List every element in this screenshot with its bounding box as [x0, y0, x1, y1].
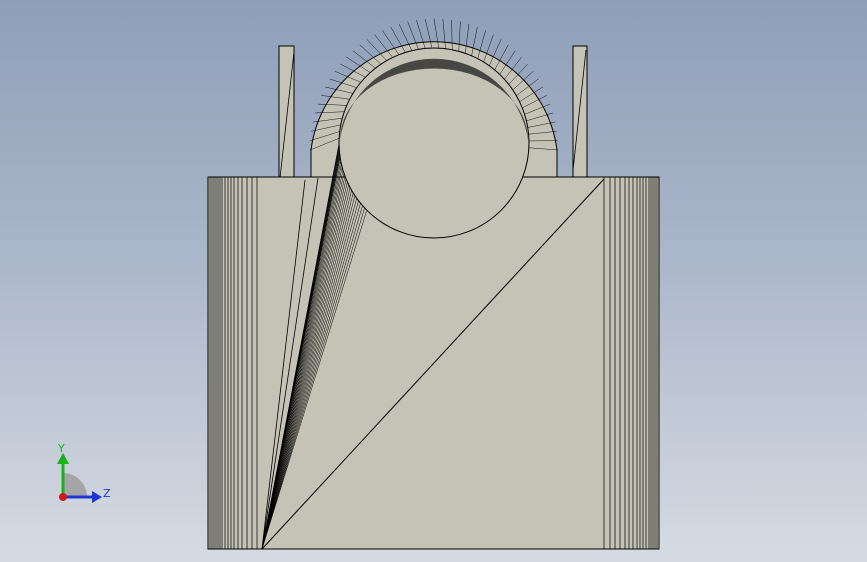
coordinate-triad: Y Z [48, 440, 118, 510]
graphics-viewport[interactable]: Y Z [0, 0, 867, 562]
right-post [572, 45, 588, 179]
left-post [278, 45, 295, 179]
y-axis-label: Y [57, 442, 65, 455]
triad-quarter-disc [63, 473, 87, 497]
x-axis-dot [59, 493, 67, 501]
z-axis-label: Z [103, 487, 111, 500]
z-arrow-head [92, 491, 102, 503]
model-wireframe-view[interactable] [0, 0, 867, 562]
bore-hole [338, 47, 530, 239]
